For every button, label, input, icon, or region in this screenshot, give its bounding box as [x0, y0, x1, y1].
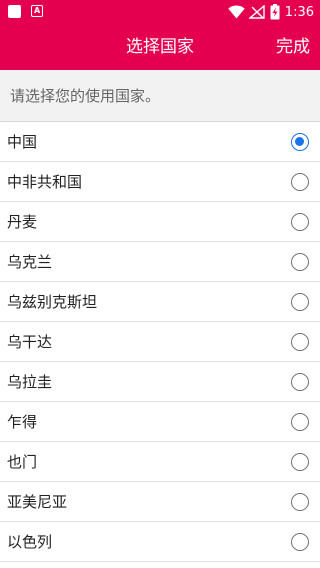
country-label: 亚美尼亚 — [7, 493, 68, 511]
country-row[interactable]: 乌兹别克斯坦 — [0, 282, 320, 322]
country-label: 也门 — [7, 453, 38, 471]
country-row[interactable]: 也门 — [0, 442, 320, 482]
radio-unchecked-icon[interactable] — [291, 333, 309, 351]
country-label: 中国 — [7, 133, 38, 151]
status-bar: A 1:36 — [0, 0, 320, 24]
battery-charging-icon — [270, 4, 280, 20]
country-row[interactable]: 乌干达 — [0, 322, 320, 362]
wifi-icon — [228, 5, 245, 19]
country-label: 丹麦 — [7, 213, 38, 231]
radio-checked-icon[interactable] — [291, 133, 309, 151]
country-row[interactable]: 中非共和国 — [0, 162, 320, 202]
country-label: 乌兹别克斯坦 — [7, 293, 98, 311]
status-time: 1:36 — [284, 4, 314, 20]
country-label: 乌克兰 — [7, 253, 53, 271]
country-list: 中国中非共和国丹麦乌克兰乌兹别克斯坦 乌干达乌拉圭乍得也门亚美尼亚以色列 — [0, 122, 320, 562]
done-button[interactable]: 完成 — [276, 24, 310, 70]
radio-unchecked-icon[interactable] — [291, 493, 309, 511]
country-row[interactable]: 乍得 — [0, 402, 320, 442]
page-title: 选择国家 — [126, 37, 194, 57]
hint-text: 请选择您的使用国家。 — [10, 87, 161, 105]
country-label: 乌干达 — [7, 333, 53, 351]
radio-unchecked-icon[interactable] — [291, 213, 309, 231]
country-row[interactable]: 乌拉圭 — [0, 362, 320, 402]
status-bar-left-icons: A — [8, 4, 44, 20]
country-selection-screen: A 1:36 选择国家 完成 请选择您的使用国家。 中国中非共和国丹麦乌克兰乌兹… — [0, 0, 320, 568]
notification-square-icon — [8, 5, 21, 18]
app-a-icon: A — [31, 5, 44, 17]
no-signal-icon — [248, 5, 265, 19]
country-label: 中非共和国 — [7, 173, 83, 191]
radio-unchecked-icon[interactable] — [291, 373, 309, 391]
country-row[interactable]: 丹麦 — [0, 202, 320, 242]
country-row[interactable]: 以色列 — [0, 522, 320, 562]
country-row[interactable]: 中国 — [0, 122, 320, 162]
radio-unchecked-icon[interactable] — [291, 173, 309, 191]
country-label: 以色列 — [7, 533, 53, 551]
radio-unchecked-icon[interactable] — [291, 453, 309, 471]
country-label: 乍得 — [7, 413, 38, 431]
status-bar-right-icons: 1:36 — [228, 3, 314, 21]
country-row[interactable]: 乌克兰 — [0, 242, 320, 282]
radio-unchecked-icon[interactable] — [291, 293, 309, 311]
hint-banner: 请选择您的使用国家。 — [0, 70, 320, 122]
country-label: 乌拉圭 — [7, 373, 53, 391]
country-row[interactable]: 亚美尼亚 — [0, 482, 320, 522]
radio-unchecked-icon[interactable] — [291, 253, 309, 271]
app-bar: 选择国家 完成 — [0, 24, 320, 70]
radio-unchecked-icon[interactable] — [291, 533, 309, 551]
radio-unchecked-icon[interactable] — [291, 413, 309, 431]
